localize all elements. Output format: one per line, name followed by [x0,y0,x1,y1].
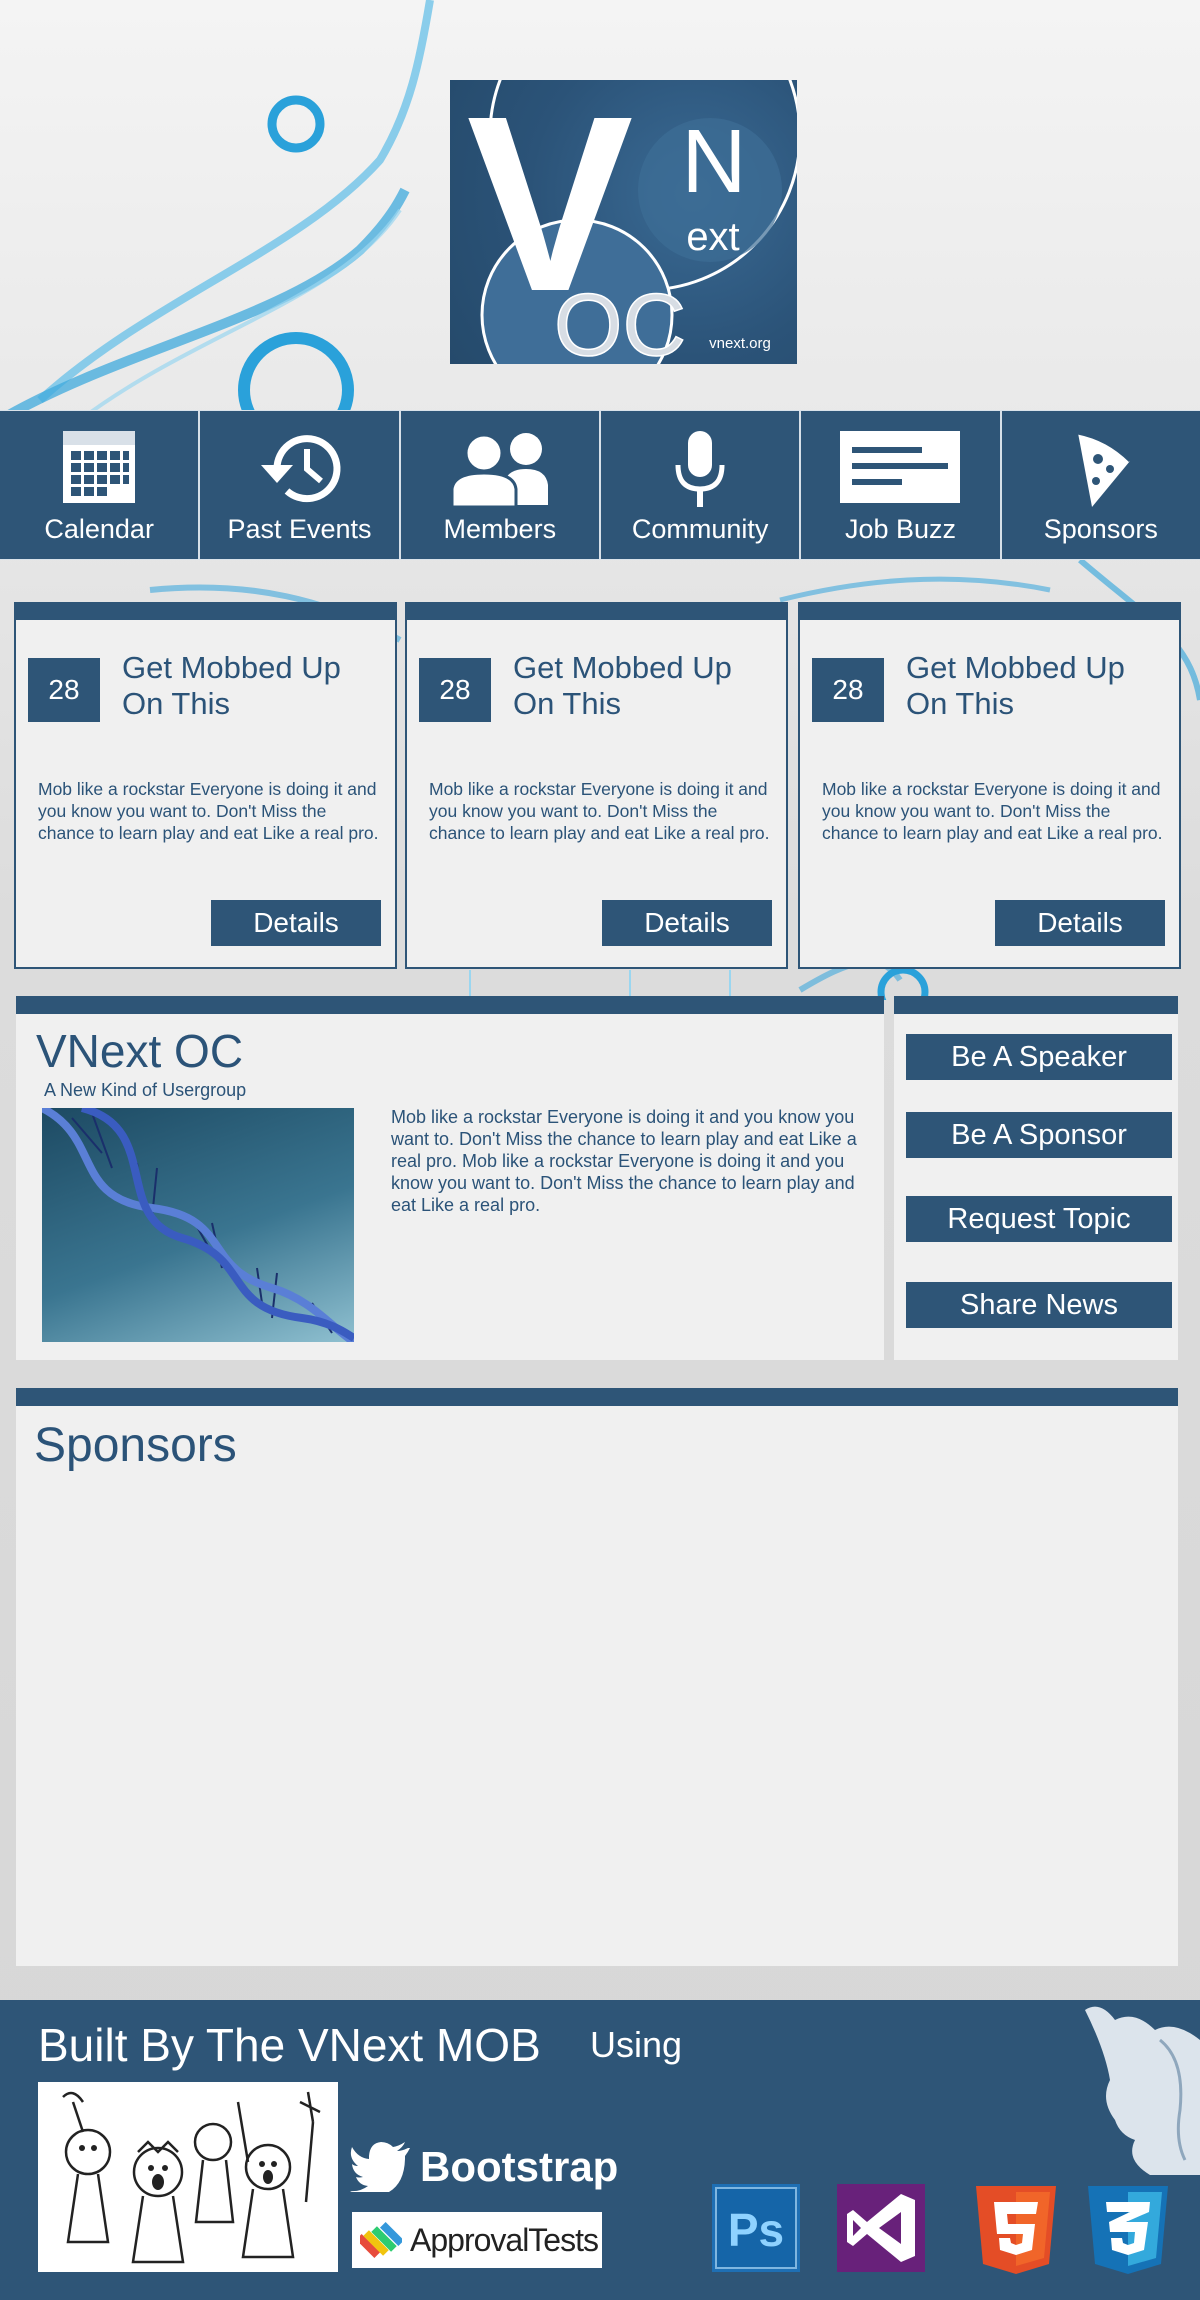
event-description: Mob like a rockstar Everyone is doing it… [822,779,1163,843]
calendar-icon [63,431,136,503]
nav-label-job-buzz: Job Buzz [844,514,956,544]
logo-letter-n: N [682,112,747,212]
actions-panel: Be A Speaker Be A Sponsor Request Topic … [894,996,1178,1360]
event-title: Get Mobbed Up On This [906,650,1125,721]
event-title: Get Mobbed Up On This [122,650,341,721]
css3-icon [1088,2186,1168,2274]
visual-studio-icon [837,2184,925,2272]
main-navigation: Calendar Past Events Members Community J… [0,410,1200,560]
sponsors-title: Sponsors [34,1419,237,1472]
bootstrap-label: Bootstrap [420,2143,619,2190]
approval-tests-label: ApprovalTests [410,2221,599,2258]
html5-icon [976,2186,1056,2274]
footer: Built By The VNext MOB Using Bootstrap A… [0,2000,1200,2300]
about-panel: VNext OC A New Kind of Usergroup Mob lik… [16,996,884,1360]
event-description: Mob like a rockstar Everyone is doing it… [429,779,770,843]
about-text: Mob like a rockstar Everyone is doing it… [391,1107,857,1215]
event-details-button[interactable]: Details [211,900,381,946]
logo-url: vnext.org [709,335,771,352]
nav-item-sponsors[interactable]: Sponsors [1002,411,1200,559]
photoshop-icon: Ps [712,2184,800,2272]
history-icon [261,435,341,503]
event-card: 28 Get Mobbed Up On This Mob like a rock… [405,602,788,969]
be-a-speaker-button[interactable]: Be A Speaker [906,1034,1172,1080]
org-tagline: A New Kind of Usergroup [44,1080,247,1100]
logo-oc: OC [554,275,686,364]
event-date: 28 [28,658,100,722]
nav-item-community[interactable]: Community [601,411,802,559]
nav-label-calendar: Calendar [44,514,154,544]
built-by-heading: Built By The VNext MOB [38,2019,541,2071]
share-news-button[interactable]: Share News [906,1282,1172,1328]
org-title: VNext OC [36,1025,244,1077]
nav-item-members[interactable]: Members [401,411,601,559]
request-topic-button[interactable]: Request Topic [906,1196,1172,1242]
nav-item-past-events[interactable]: Past Events [200,411,401,559]
bootstrap-credit[interactable]: Bootstrap [350,2142,618,2192]
event-details-button[interactable]: Details [995,900,1165,946]
event-details-button[interactable]: Details [602,900,772,946]
nav-label-community: Community [631,514,769,544]
members-icon [450,433,548,509]
svg-text:Ps: Ps [728,2204,784,2256]
event-card: 28 Get Mobbed Up On This Mob like a rock… [14,602,397,969]
logo-suffix-ext: ext [686,215,739,259]
event-description: Mob like a rockstar Everyone is doing it… [38,779,379,843]
be-a-sponsor-button[interactable]: Be A Sponsor [906,1112,1172,1158]
pizza-icon [1077,431,1131,507]
nav-item-job-buzz[interactable]: Job Buzz [801,411,1002,559]
mob-illustration [38,2082,338,2272]
twitter-bird-icon [350,2142,410,2192]
using-label: Using [590,2024,683,2065]
event-card: 28 Get Mobbed Up On This Mob like a rock… [798,602,1181,969]
vnext-oc-logo[interactable]: V N ext OC vnext.org [450,80,797,364]
event-title: Get Mobbed Up On This [513,650,732,721]
dna-image [42,1108,354,1342]
event-date: 28 [419,658,491,722]
face-silhouette-icon [1085,2006,1200,2175]
nav-label-members: Members [443,514,557,544]
sponsors-section: Sponsors [16,1388,1178,1966]
nav-label-sponsors: Sponsors [1043,514,1158,544]
approval-tests-credit[interactable]: ApprovalTests [352,2212,602,2268]
job-board-icon [840,431,961,503]
nav-label-past-events: Past Events [227,514,372,544]
nav-item-calendar[interactable]: Calendar [0,411,201,559]
approval-tests-logo-icon [360,2221,402,2259]
microphone-icon [675,431,725,507]
event-date: 28 [812,658,884,722]
